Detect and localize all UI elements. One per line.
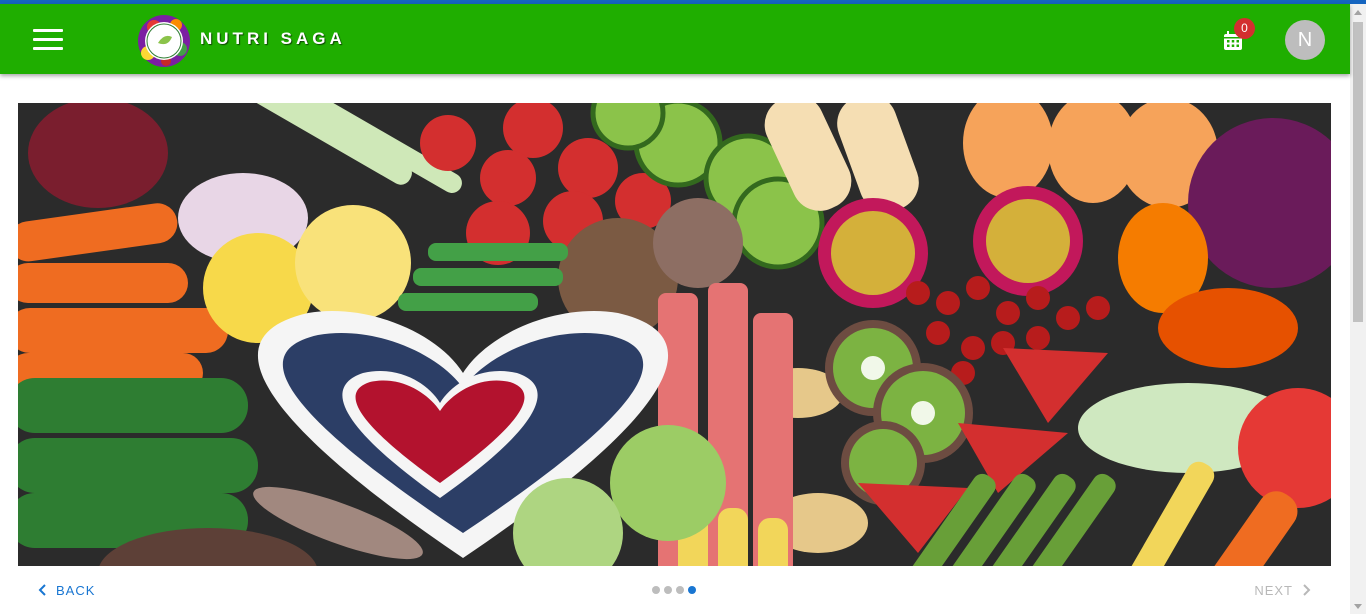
chevron-left-icon <box>38 584 46 596</box>
next-button-label: NEXT <box>1254 582 1293 598</box>
chevron-right-icon <box>1303 584 1311 596</box>
scroll-down-icon[interactable] <box>1354 604 1362 609</box>
step-dot <box>676 586 684 594</box>
nutri-saga-logo <box>128 9 198 71</box>
back-button[interactable]: BACK <box>36 580 95 600</box>
step-dots <box>652 586 696 594</box>
scrollbar-thumb[interactable] <box>1353 22 1363 322</box>
avatar[interactable]: N <box>1285 20 1325 60</box>
app-bar: NUTRI SAGA 0 N <box>0 4 1350 74</box>
hamburger-menu-icon[interactable] <box>26 21 70 57</box>
back-button-label: BACK <box>56 582 96 598</box>
hero-image <box>18 103 1331 566</box>
mobile-stepper: BACK NEXT <box>18 572 1331 608</box>
step-dot <box>652 586 660 594</box>
scroll-up-icon[interactable] <box>1354 10 1362 15</box>
vertical-scrollbar[interactable] <box>1350 4 1366 614</box>
brand-title: NUTRI SAGA <box>200 29 346 48</box>
step-dot <box>664 586 672 594</box>
notification-badge: 0 <box>1234 18 1255 39</box>
step-dot-active <box>688 586 696 594</box>
next-button: NEXT <box>1254 580 1313 600</box>
